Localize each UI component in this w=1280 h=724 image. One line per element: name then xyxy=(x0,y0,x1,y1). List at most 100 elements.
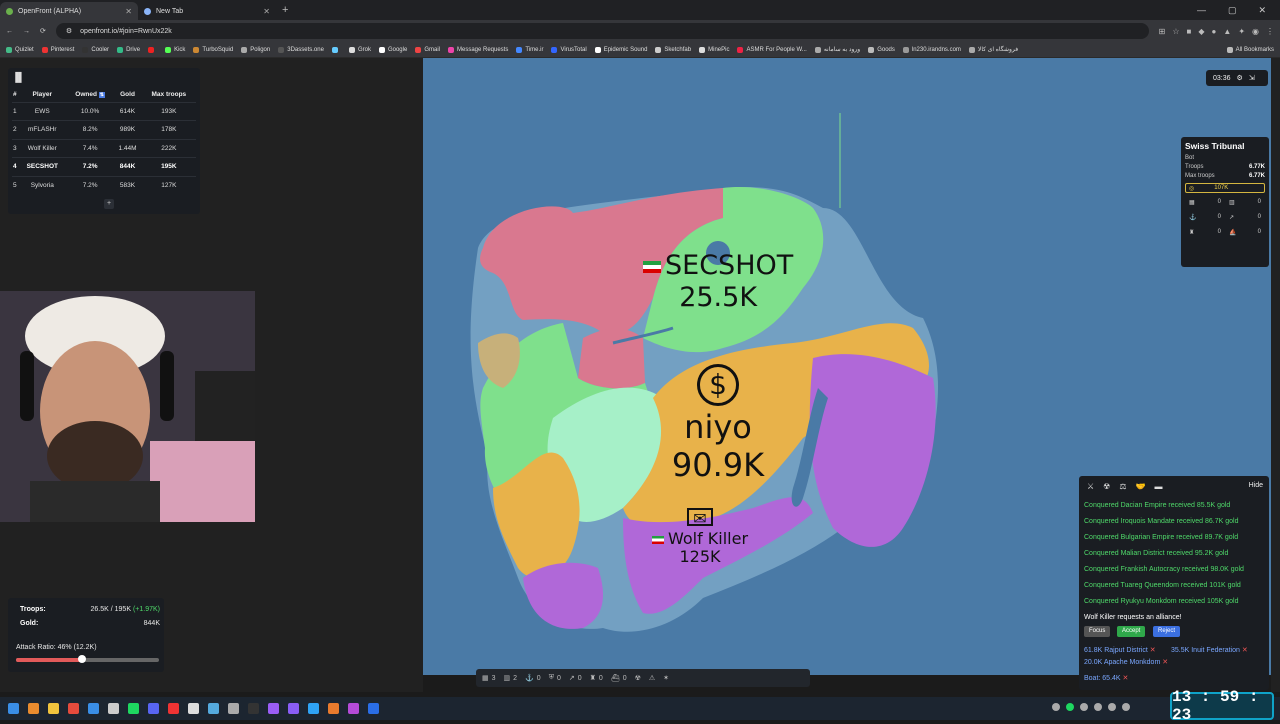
build-port[interactable]: ⚓ 0 xyxy=(525,674,541,683)
bookmark-item[interactable]: Kick xyxy=(165,46,185,53)
bookmark-item[interactable] xyxy=(331,46,341,53)
bookmark-item[interactable]: Time.ir xyxy=(516,46,543,53)
player-label-wolf-killer[interactable]: ✉ Wolf Killer 125K xyxy=(645,508,755,566)
reject-button[interactable]: Reject xyxy=(1153,626,1181,637)
attack-ratio-handle[interactable] xyxy=(77,655,86,663)
build-warship[interactable]: ⛴ 0 xyxy=(611,674,627,683)
header-max-troops[interactable]: Max troops xyxy=(142,88,196,102)
bookmark-item[interactable]: Pinterest xyxy=(41,46,74,53)
tray-icon[interactable] xyxy=(1080,703,1088,711)
cancel-attack-icon[interactable]: ✕ xyxy=(1162,659,1168,666)
puzzle-icon[interactable]: ✦ xyxy=(1238,27,1245,36)
bookmark-item[interactable]: ASMR For People W... xyxy=(737,46,807,53)
obs-icon[interactable] xyxy=(168,703,179,714)
spotify-icon[interactable] xyxy=(128,703,139,714)
bookmark-item[interactable]: Cooler xyxy=(82,46,109,53)
bookmark-item[interactable]: TurboSquid xyxy=(193,46,233,53)
bookmark-item[interactable]: Sketchfab xyxy=(655,46,691,53)
table-row[interactable]: 2 mFLASHr 8.2% 989K 178K xyxy=(12,120,196,139)
incoming-attack[interactable]: 35.5K Inuit Federation ✕ xyxy=(1171,646,1248,654)
bookmark-item[interactable]: MinePic xyxy=(699,46,729,53)
tray-icon[interactable] xyxy=(1094,703,1102,711)
cancel-boat-icon[interactable]: ✕ xyxy=(1123,675,1129,682)
cancel-attack-icon[interactable]: ✕ xyxy=(1242,647,1248,654)
start-icon[interactable] xyxy=(8,703,19,714)
app-icon[interactable] xyxy=(208,703,219,714)
extension-icon[interactable]: ● xyxy=(1212,27,1217,36)
table-row[interactable]: 1 EWS 10.0% 614K 193K xyxy=(12,101,196,121)
header-gold[interactable]: Gold xyxy=(113,88,141,102)
extension-icon[interactable]: ■ xyxy=(1187,27,1192,36)
table-row[interactable]: 5 Sylvoria 7.2% 583K 127K xyxy=(12,175,196,195)
search-icon[interactable] xyxy=(28,703,39,714)
install-icon[interactable]: ⊞ xyxy=(1159,27,1166,36)
app-icon[interactable] xyxy=(188,703,199,714)
star-icon[interactable]: ☆ xyxy=(1172,27,1179,36)
photoshop-icon[interactable] xyxy=(308,703,319,714)
table-row[interactable]: 3 Wolf Killer 7.4% 1.44M 222K xyxy=(12,138,196,158)
tray-icon[interactable] xyxy=(1108,703,1116,711)
app-icon[interactable] xyxy=(248,703,259,714)
all-bookmarks[interactable]: All Bookmarks xyxy=(1226,46,1274,53)
incoming-attack[interactable]: 20.0K Apache Monkdom ✕ xyxy=(1084,658,1168,666)
header-player[interactable]: Player xyxy=(18,88,67,102)
build-mirv[interactable]: ✶ xyxy=(663,674,669,682)
exit-icon[interactable]: ⇲ xyxy=(1249,74,1255,82)
steam-icon[interactable] xyxy=(108,703,119,714)
bookmark-item[interactable]: Goods xyxy=(868,46,895,53)
file-explorer-icon[interactable] xyxy=(48,703,59,714)
telegram-icon[interactable] xyxy=(88,703,99,714)
build-missile[interactable]: ↗ 0 xyxy=(569,674,582,683)
tray-icon[interactable] xyxy=(1052,703,1060,711)
new-tab-icon[interactable]: + xyxy=(282,4,288,16)
build-city[interactable]: ▦ 3 xyxy=(482,674,496,683)
tab-openfront[interactable]: OpenFront (ALPHA) ✕ xyxy=(0,2,138,20)
incoming-attack[interactable]: 61.8K Rajput District ✕ xyxy=(1084,646,1156,654)
leaderboard-chart-icon[interactable]: ▐▌ xyxy=(12,72,25,82)
extension-icon[interactable]: ◆ xyxy=(1198,27,1204,36)
bookmark-item[interactable]: Gmail xyxy=(415,46,440,53)
chrome-icon[interactable] xyxy=(68,703,79,714)
boat-attack[interactable]: Boat: 65.4K ✕ xyxy=(1084,674,1128,682)
extension-icon[interactable]: ▲ xyxy=(1223,27,1231,36)
discord-icon[interactable] xyxy=(148,703,159,714)
premiere-icon[interactable] xyxy=(288,703,299,714)
bookmark-item[interactable]: Google xyxy=(378,46,407,53)
chat-filter-icon[interactable]: ▬ xyxy=(1154,482,1162,491)
settings-gear-icon[interactable]: ⚙ xyxy=(1237,74,1243,82)
app-icon[interactable] xyxy=(368,703,379,714)
tray-icon[interactable] xyxy=(1066,703,1074,711)
forward-icon[interactable]: → xyxy=(23,28,30,35)
site-info-icon[interactable]: ⚙ xyxy=(66,27,72,35)
profile-icon[interactable]: ◉ xyxy=(1252,27,1259,36)
menu-icon[interactable]: ⋮ xyxy=(1266,27,1274,36)
close-tab-icon[interactable]: ✕ xyxy=(125,7,132,16)
bookmark-item[interactable]: Quizlet xyxy=(6,46,34,53)
bookmark-item[interactable]: Grok xyxy=(348,46,371,53)
build-nuke[interactable]: ☢ xyxy=(635,674,641,682)
focus-button[interactable]: Focus xyxy=(1084,626,1111,637)
window-close-icon[interactable]: ✕ xyxy=(1258,5,1266,16)
bookmark-item[interactable]: ln230.irandns.com xyxy=(902,46,961,53)
sword-filter-icon[interactable]: ⚔ xyxy=(1087,482,1094,491)
bookmark-item[interactable]: ورود به سامانه xyxy=(814,46,860,53)
maximize-icon[interactable]: ▢ xyxy=(1228,5,1237,16)
expand-leaderboard-button[interactable]: + xyxy=(104,199,114,209)
hide-events-button[interactable]: Hide xyxy=(1249,482,1263,489)
bookmark-item[interactable] xyxy=(148,46,157,53)
tray-icon[interactable] xyxy=(1122,703,1130,711)
app-icon[interactable] xyxy=(228,703,239,714)
url-field[interactable]: ⚙ openfront.io/#join=RwnUx22k xyxy=(55,23,1149,39)
bookmark-item[interactable]: VirusTotal xyxy=(551,46,587,53)
attack-ratio-slider[interactable] xyxy=(16,655,159,663)
back-icon[interactable]: ← xyxy=(6,28,13,35)
bookmark-item[interactable]: Poligon xyxy=(241,46,270,53)
trade-filter-icon[interactable]: ⚖ xyxy=(1119,482,1126,491)
bookmark-item[interactable]: فروشگاه ای کالا xyxy=(968,46,1018,53)
bookmark-item[interactable]: Epidemic Sound xyxy=(594,46,647,53)
sort-icon[interactable]: ⇅ xyxy=(98,92,105,99)
bookmark-item[interactable]: Message Requests xyxy=(447,46,508,53)
player-label-niyo[interactable]: $ niyo 90.9K xyxy=(668,364,768,484)
blender-icon[interactable] xyxy=(328,703,339,714)
close-tab-icon[interactable]: ✕ xyxy=(263,7,270,16)
